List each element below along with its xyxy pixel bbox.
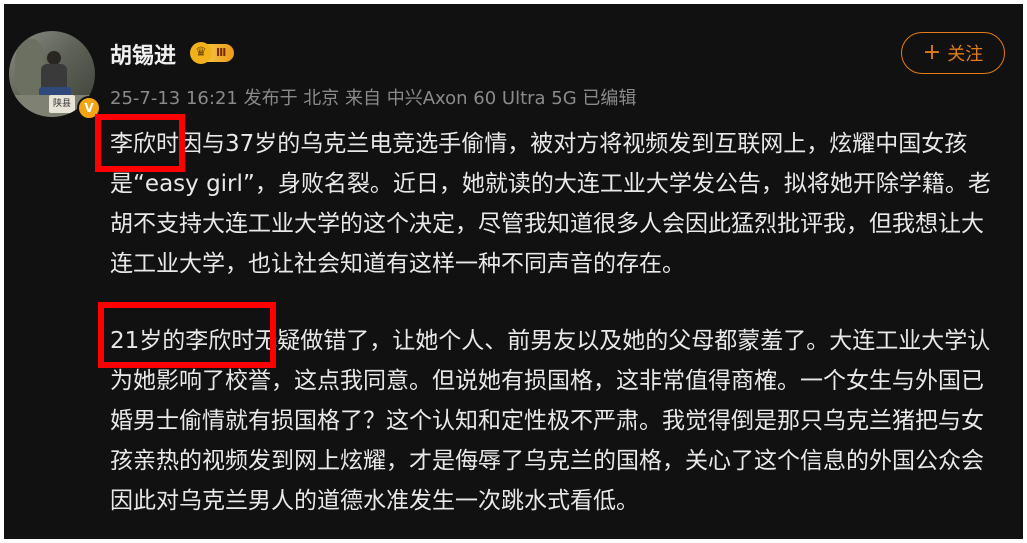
post-paragraph-1: 李欣时因与37岁的乌克兰电竞选手偷情，被对方将视频发到互联网上，炫耀中国女孩是“…: [110, 131, 991, 277]
post-meta: 25-7-13 16:21 发布于 北京 来自 中兴Axon 60 Ultra …: [110, 88, 637, 109]
plus-icon: +: [922, 40, 942, 65]
weibo-post: 陕县 V 胡锡进 ♛ Ⅲ 25-7-13 16:21 发布于 北京 来自 中兴A…: [4, 4, 1023, 539]
crown-icon: ♛: [190, 42, 212, 64]
follow-button[interactable]: + 关注: [901, 32, 1005, 74]
follow-label: 关注: [947, 44, 984, 65]
avatar-seal-stamp: 陕县: [49, 95, 75, 113]
author-name[interactable]: 胡锡进: [110, 38, 176, 70]
avatar-person-head: [47, 51, 61, 65]
member-level-badge[interactable]: ♛ Ⅲ: [190, 41, 235, 65]
post-paragraph-2: 21岁的李欣时无疑做错了，让她个人、前男友以及她的父母都蒙羞了。大连工业大学认为…: [110, 328, 991, 514]
verified-icon: V: [77, 96, 101, 120]
